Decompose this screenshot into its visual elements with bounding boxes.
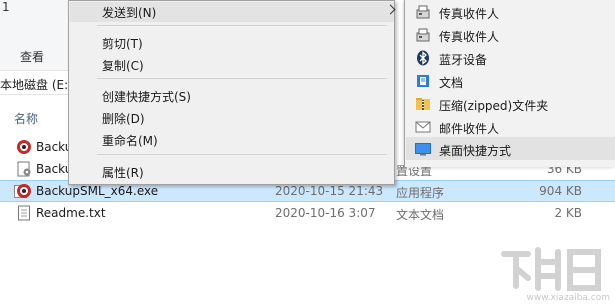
submenu-item-zip[interactable]: 压缩(zipped)文件夹 <box>439 97 548 114</box>
file-name: Backu <box>36 140 73 154</box>
submenu-item-desktop-shortcut[interactable]: 桌面快捷方式 <box>439 142 511 159</box>
mail-icon <box>415 121 431 133</box>
file-name: BackupSML_x64.exe <box>36 184 159 198</box>
submenu-item-fax-2[interactable]: 传真收件人 <box>439 28 499 45</box>
file-size: 904 KB <box>539 184 582 198</box>
menu-item-copy[interactable]: 复制(C) <box>102 57 144 74</box>
file-size: 2 KB <box>554 206 582 220</box>
menu-item-create-shortcut[interactable]: 创建快捷方式(S) <box>102 88 191 105</box>
menu-item-cut[interactable]: 剪切(T) <box>102 35 143 52</box>
menu-item-properties[interactable]: 属性(R) <box>102 164 144 181</box>
submenu-item-bluetooth[interactable]: 蓝牙设备 <box>439 51 487 68</box>
bluetooth-icon <box>417 50 429 66</box>
desktop-icon <box>415 143 431 156</box>
column-header-name[interactable]: 名称 <box>14 110 38 127</box>
svg-text:www.xiazaiba.com: www.xiazaiba.com <box>526 293 610 302</box>
submenu-item-fax-1[interactable]: 传真收件人 <box>439 5 499 22</box>
file-name: Readme.txt <box>36 206 106 220</box>
backup-app-icon <box>17 140 31 154</box>
context-menu: 发送到(N) 剪切(T) 复制(C) 创建快捷方式(S) 删除(D) 重命名(M… <box>68 0 396 185</box>
submenu-item-documents[interactable]: 文档 <box>439 74 463 91</box>
file-type: 应用程序 <box>396 186 445 200</box>
documents-icon <box>417 75 429 87</box>
tab-view[interactable]: 查看 <box>20 48 44 65</box>
ribbon-fragment: 1 <box>2 0 10 14</box>
table-row[interactable]: Readme.txt 2020-10-16 3:07 文本文档 2 KB <box>0 202 615 224</box>
address-path[interactable]: 本地磁盘 (E:) <box>0 76 73 93</box>
text-file-icon <box>18 205 30 221</box>
menu-separator <box>97 78 387 79</box>
config-file-icon <box>17 161 31 177</box>
watermark-logo: www.xiazaiba.com <box>501 247 610 302</box>
fax-icon <box>416 5 430 19</box>
file-date: 2020-10-16 3:07 <box>275 206 376 220</box>
file-name: Backu <box>36 162 73 176</box>
menu-item-rename[interactable]: 重命名(M) <box>102 132 158 149</box>
menu-separator <box>97 25 387 26</box>
menu-separator <box>97 154 387 155</box>
menu-item-send-to-label[interactable]: 发送到(N) <box>102 4 156 21</box>
backup-app-icon <box>17 184 31 198</box>
submenu-item-mail[interactable]: 邮件收件人 <box>439 120 499 137</box>
file-type: 文本文档 <box>396 208 445 222</box>
menu-item-delete[interactable]: 删除(D) <box>102 110 145 127</box>
send-to-submenu: 传真收件人 传真收件人 蓝牙设备 文档 压缩(zipped)文件夹 邮件收件人 … <box>404 0 615 167</box>
fax-icon <box>416 28 430 42</box>
zip-folder-icon <box>416 98 430 110</box>
file-date: 2020-10-15 21:43 <box>275 184 384 198</box>
